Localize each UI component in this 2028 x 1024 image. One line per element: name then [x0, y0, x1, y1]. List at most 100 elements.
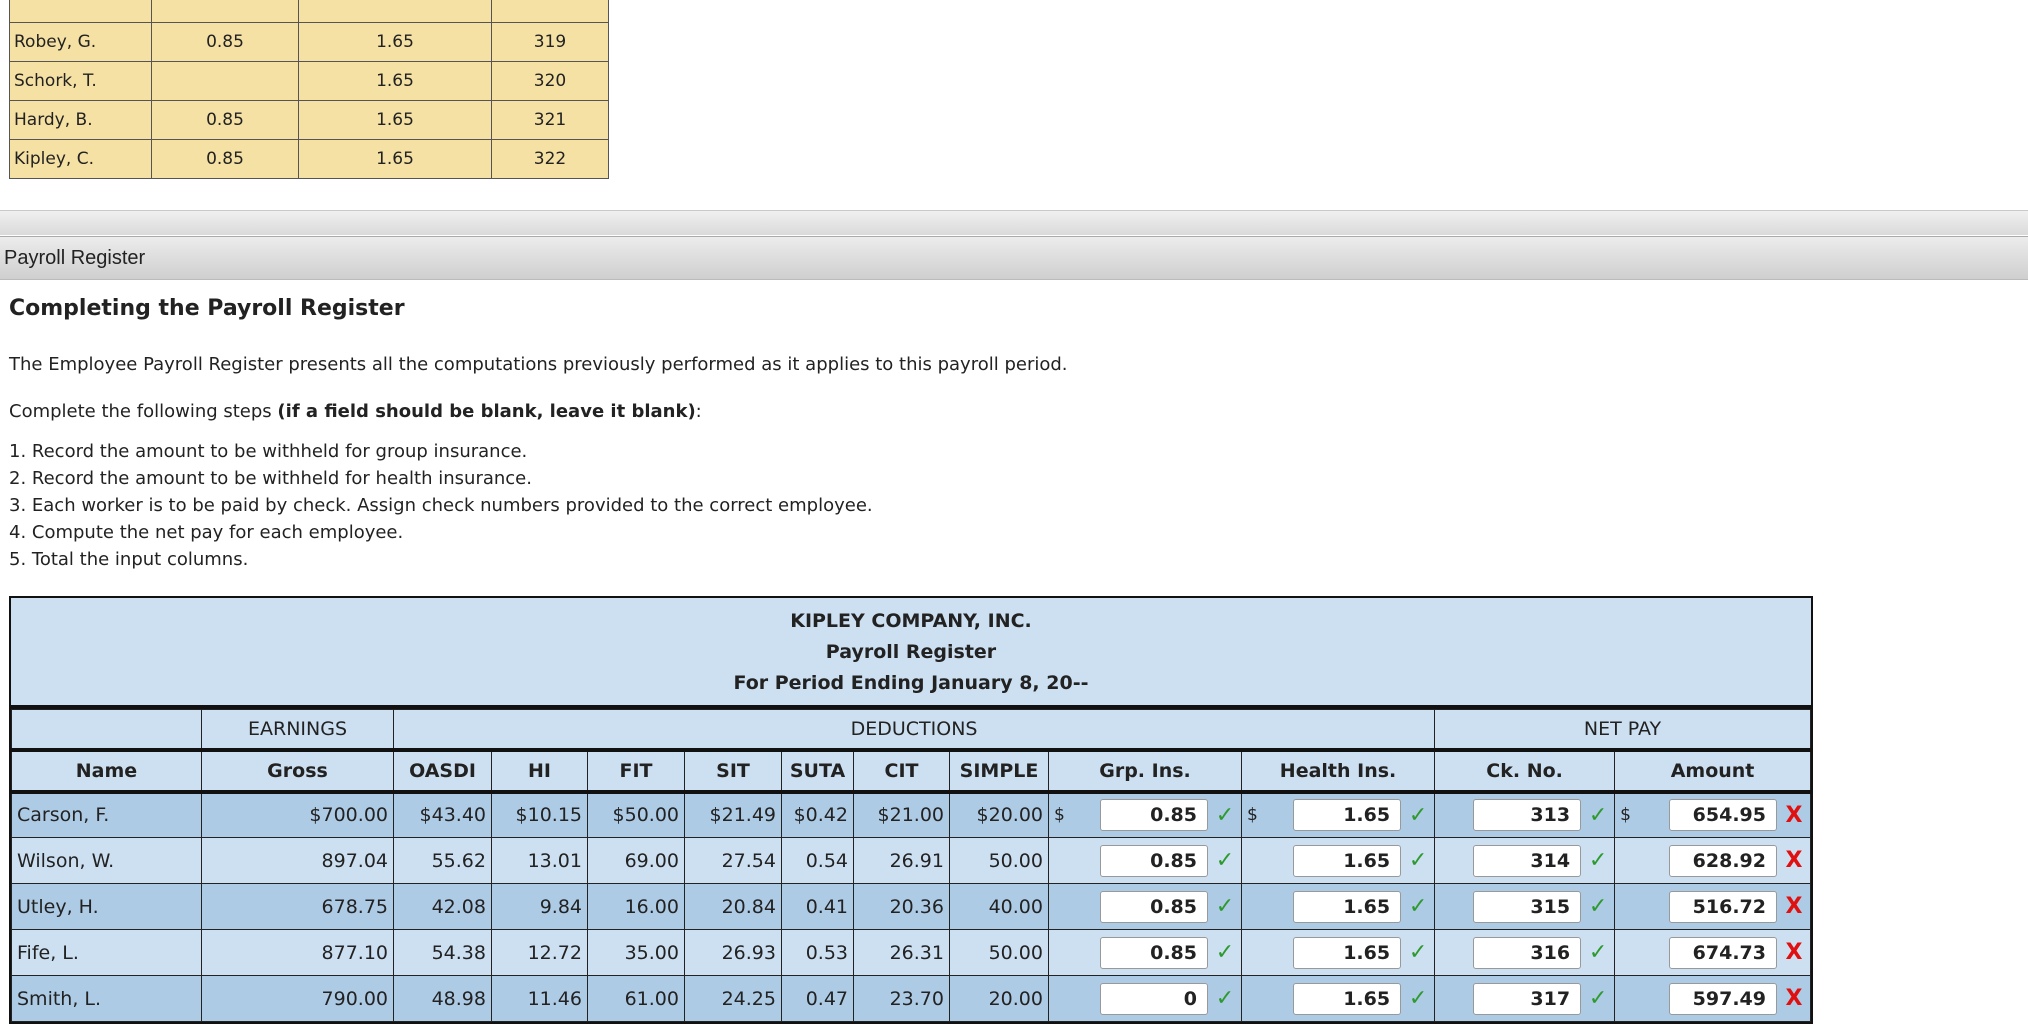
fit-value: 35.00 [587, 929, 685, 976]
gross-value: 877.10 [201, 929, 394, 976]
check-number-input[interactable]: 313 [1473, 799, 1582, 832]
fit-value: 16.00 [587, 883, 685, 930]
employee-name: Wilson, W. [11, 837, 202, 884]
intro-text: The Employee Payroll Register presents a… [9, 354, 1068, 375]
health-ins-input[interactable]: 1.65 [1293, 936, 1402, 969]
hi-value: $10.15 [491, 791, 588, 838]
table-row: Wilson, W. 897.04 55.62 13.01 69.00 27.5… [11, 837, 1811, 884]
check-number-input[interactable]: 315 [1473, 890, 1582, 923]
simple-value: 20.00 [949, 975, 1049, 1022]
list-item: 2. Record the amount to be withheld for … [9, 468, 532, 489]
suta-value: 0.41 [781, 883, 854, 930]
net-amount-input[interactable]: 654.95 [1669, 799, 1777, 832]
simple-value: 40.00 [949, 883, 1049, 930]
check-mark-icon: ✓ [1215, 986, 1235, 1011]
health-ins-input[interactable]: 1.65 [1293, 844, 1402, 877]
check-mark-icon: ✓ [1588, 894, 1608, 919]
health-ins-input[interactable]: 1.65 [1293, 890, 1402, 923]
net-pay-group: NET PAY [1434, 709, 1811, 752]
table-row: Schork, T. 1.65 320 [9, 60, 609, 101]
grp-ins-input[interactable]: 0 [1100, 982, 1208, 1015]
check-number-input[interactable]: 314 [1473, 844, 1582, 877]
section-title: Payroll Register [4, 247, 146, 269]
list-item: 5. Total the input columns. [9, 549, 249, 570]
simple-value: 50.00 [949, 837, 1049, 884]
dollar-sign: $ [1620, 805, 1631, 826]
grp-ins-input[interactable]: 0.85 [1100, 844, 1208, 877]
gross-value: 897.04 [201, 837, 394, 884]
net-amount-input[interactable]: 674.73 [1669, 936, 1777, 969]
check-mark-icon: ✓ [1588, 802, 1608, 828]
check-mark-icon: ✓ [1215, 802, 1235, 828]
register-header: KIPLEY COMPANY, INC. Payroll Register Fo… [11, 598, 1811, 709]
check-mark-icon: ✓ [1408, 986, 1428, 1011]
grp-ins-value: 0.85 [151, 99, 299, 140]
oasdi-value: 48.98 [393, 975, 492, 1022]
table-row [9, 0, 609, 23]
gross-value: $700.00 [201, 791, 394, 838]
table-row: Fife, L. 877.10 54.38 12.72 35.00 26.93 … [11, 929, 1811, 976]
sit-value: 20.84 [684, 883, 782, 930]
check-number-input[interactable]: 317 [1473, 982, 1582, 1015]
check-mark-icon: ✓ [1408, 802, 1428, 828]
group-header-row: EARNINGS DEDUCTIONS NET PAY [11, 709, 1811, 752]
x-mark-icon: X [1785, 986, 1803, 1011]
column-header: FIT [587, 749, 685, 794]
hi-value: 11.46 [491, 975, 588, 1022]
oasdi-value: $43.40 [393, 791, 492, 838]
dollar-sign: $ [1247, 805, 1258, 826]
employee-name: Utley, H. [11, 883, 202, 930]
grp-ins-input[interactable]: 0.85 [1100, 799, 1208, 832]
payroll-register: KIPLEY COMPANY, INC. Payroll Register Fo… [9, 596, 1813, 1024]
steps-intro: Complete the following steps (if a field… [9, 401, 702, 422]
employee-name: Robey, G. [9, 21, 152, 62]
column-header: OASDI [393, 749, 492, 794]
health-ins-value: 1.65 [298, 60, 492, 101]
employee-name: Fife, L. [11, 929, 202, 976]
column-header: SIT [684, 749, 782, 794]
grp-ins-value: 0.85 [151, 138, 299, 179]
net-amount-input[interactable]: 597.49 [1669, 982, 1777, 1015]
simple-value: 50.00 [949, 929, 1049, 976]
hi-value: 12.72 [491, 929, 588, 976]
check-mark-icon: ✓ [1215, 940, 1235, 965]
hi-value: 9.84 [491, 883, 588, 930]
net-amount-input[interactable]: 516.72 [1669, 890, 1777, 923]
sit-value: $21.49 [684, 791, 782, 838]
column-header-row: Name Gross OASDI HI FIT SIT SUTA CIT SIM… [11, 749, 1811, 794]
check-mark-icon: ✓ [1215, 848, 1235, 873]
grp-ins-input[interactable]: 0.85 [1100, 936, 1208, 969]
suta-value: 0.54 [781, 837, 854, 884]
register-title: Payroll Register [825, 641, 997, 663]
gross-value: 678.75 [201, 883, 394, 930]
cit-value: 26.31 [853, 929, 950, 976]
section-header[interactable]: Payroll Register [0, 236, 2028, 280]
net-amount-input[interactable]: 628.92 [1669, 844, 1777, 877]
hi-value: 13.01 [491, 837, 588, 884]
check-number-input[interactable]: 316 [1473, 936, 1582, 969]
check-mark-icon: ✓ [1408, 940, 1428, 965]
table-row: Robey, G. 0.85 1.65 319 [9, 21, 609, 62]
grp-ins-input[interactable]: 0.85 [1100, 890, 1208, 923]
x-mark-icon: X [1785, 802, 1803, 828]
dollar-sign: $ [1054, 805, 1065, 826]
employee-name: Schork, T. [9, 60, 152, 101]
sit-value: 26.93 [684, 929, 782, 976]
cit-value: 26.91 [853, 837, 950, 884]
column-header: SUTA [781, 749, 854, 794]
health-ins-input[interactable]: 1.65 [1293, 982, 1402, 1015]
register-period: For Period Ending January 8, 20-- [733, 672, 1089, 694]
steps-list: 1. Record the amount to be withheld for … [9, 438, 873, 573]
health-ins-value: 1.65 [298, 138, 492, 179]
earnings-group: EARNINGS [201, 709, 394, 752]
suta-value: 0.53 [781, 929, 854, 976]
register-table: EARNINGS DEDUCTIONS NET PAY Name Gross O… [11, 709, 1811, 1022]
table-row: Utley, H. 678.75 42.08 9.84 16.00 20.84 … [11, 883, 1811, 930]
health-ins-input[interactable]: 1.65 [1293, 799, 1402, 832]
employee-name: Smith, L. [11, 975, 202, 1022]
simple-value: $20.00 [949, 791, 1049, 838]
check-mark-icon: ✓ [1408, 848, 1428, 873]
list-item: 4. Compute the net pay for each employee… [9, 522, 404, 543]
list-item: 1. Record the amount to be withheld for … [9, 441, 528, 462]
sit-value: 27.54 [684, 837, 782, 884]
